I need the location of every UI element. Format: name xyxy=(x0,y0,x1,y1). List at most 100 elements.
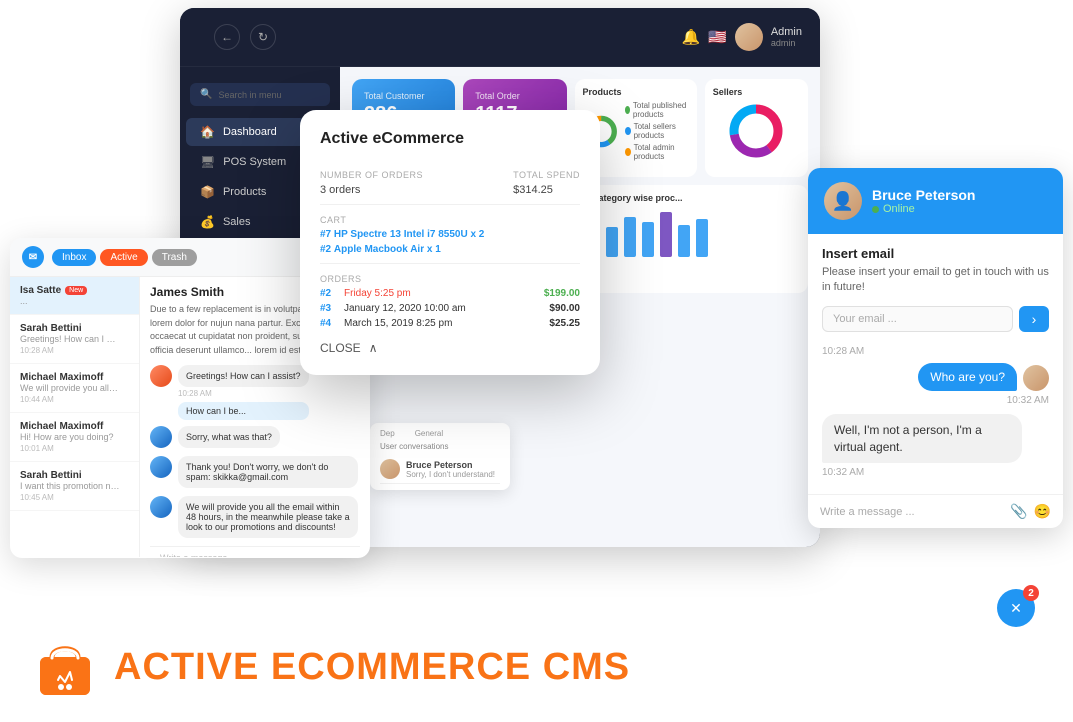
email-sender-item-1[interactable]: Sarah Bettini Greetings! How can I assis… xyxy=(10,315,139,364)
msg-content-michael-3: We will provide you all the email within… xyxy=(178,496,358,540)
insert-email-desc: Please insert your email to get in touch… xyxy=(822,265,1049,296)
avatar-michael-3 xyxy=(150,496,172,518)
general-label: General xyxy=(415,429,443,438)
dep-label: Dep xyxy=(380,429,395,438)
cart-qty-0: x 2 xyxy=(470,229,484,240)
write-message-area[interactable]: Write a message ... 📎 😊 ➤ xyxy=(150,546,360,557)
bell-icon[interactable]: 🔔 xyxy=(681,28,700,46)
order-id-0: #2 xyxy=(320,288,338,299)
chat-agent-name: Bruce Peterson xyxy=(872,187,975,203)
sidebar-label-pos: POS System xyxy=(223,156,286,168)
sender-preview-3: Hi! How are you doing? xyxy=(20,432,120,442)
stat-label-order: Total Order xyxy=(475,91,554,101)
cart-name-0: HP Spectre 13 Intel i7 8550U xyxy=(334,229,468,240)
category-chart-card: Category wise proc... xyxy=(584,185,808,293)
insert-email-title: Insert email xyxy=(822,246,1049,261)
chat-attachment-icon[interactable]: 📎 xyxy=(1010,503,1027,520)
chat-email-input[interactable]: Your email ... xyxy=(822,306,1013,332)
tab-active[interactable]: Active xyxy=(100,249,147,266)
chat-email-submit-button[interactable]: › xyxy=(1019,306,1049,332)
sender-preview-4: I want this promotion now! xyxy=(20,481,120,491)
modal-total-spend-label: TOTAL SPEND xyxy=(513,170,580,180)
msg-bubble-sarah: Greetings! How can I assist? xyxy=(178,365,309,387)
order-price-0: $199.00 xyxy=(544,288,580,299)
email-logo: ✉ xyxy=(22,246,44,268)
modal-close-label: CLOSE xyxy=(320,341,361,355)
message-row-michael-1: Sorry, what was that? xyxy=(150,426,360,450)
avatar-michael-1 xyxy=(150,426,172,448)
modal-num-orders-label: NUMBER OF ORDERS xyxy=(320,170,423,180)
user-conv-info: Bruce Peterson Sorry, I don't understand… xyxy=(406,460,495,479)
legend-label-published: Total published products xyxy=(633,101,689,119)
order-price-1: $90.00 xyxy=(549,303,580,314)
user-name-label: Admin xyxy=(771,26,802,38)
email-sender-item-4[interactable]: Sarah Bettini I want this promotion now!… xyxy=(10,462,139,511)
modal-total-spend-value: $314.25 xyxy=(513,184,580,196)
chat-widget: 👤 Bruce Peterson Online Insert email Ple… xyxy=(808,168,1063,528)
cart-id-0: #7 xyxy=(320,229,331,240)
modal-order-row-0: #2 Friday 5:25 pm $199.00 xyxy=(320,288,580,299)
chat-time-1032: 10:32 AM xyxy=(822,395,1049,406)
back-nav-button[interactable]: ← xyxy=(214,24,240,50)
order-price-2: $25.25 xyxy=(549,318,580,329)
chat-footer: Write a message ... 📎 😊 xyxy=(808,494,1063,528)
modal-order-row-1: #3 January 12, 2020 10:00 am $90.00 xyxy=(320,303,580,314)
legend-item-admin: Total admin products xyxy=(625,143,689,161)
modal-order-row-2: #4 March 15, 2019 8:25 pm $25.25 xyxy=(320,318,580,329)
sidebar-label-dashboard: Dashboard xyxy=(223,126,277,138)
order-date-0: Friday 5:25 pm xyxy=(344,288,538,299)
modal-close-button[interactable]: CLOSE ∧ xyxy=(320,341,580,355)
chart-title-sellers: Sellers xyxy=(713,87,800,97)
email-sender-item-0[interactable]: Isa Satte New ... xyxy=(10,277,139,315)
sender-preview-0: ... xyxy=(20,296,120,306)
email-tabs: Inbox Active Trash xyxy=(52,249,197,266)
msg-time-sarah: 10:28 AM xyxy=(178,389,309,398)
modal-orders-label: ORDERS xyxy=(320,274,580,284)
user-conv-name: Bruce Peterson xyxy=(406,460,495,470)
legend-item-sellers: Total sellers products xyxy=(625,122,689,140)
sender-preview-2: We will provide you all the email within… xyxy=(20,383,120,393)
legend-item-published: Total published products xyxy=(625,101,689,119)
modal-num-orders-section: NUMBER OF ORDERS 3 orders xyxy=(320,160,423,196)
sender-name-2: Michael Maximoff xyxy=(20,372,129,383)
close-icon: ✕ xyxy=(1010,600,1022,617)
search-menu[interactable]: 🔍 Search in menu xyxy=(190,83,330,106)
chat-write-placeholder: Write a message ... xyxy=(820,506,1004,518)
forward-nav-button[interactable]: ↻ xyxy=(250,24,276,50)
chat-status-label: Online xyxy=(883,203,915,215)
chat-bubble-agent-response: Well, I'm not a person, I'm a virtual ag… xyxy=(822,414,1022,464)
chat-email-row: Your email ... › xyxy=(822,306,1049,332)
avatar-michael-2 xyxy=(150,456,172,478)
modal-orders-summary: NUMBER OF ORDERS 3 orders TOTAL SPEND $3… xyxy=(320,160,580,196)
email-sender-list: Isa Satte New ... Sarah Bettini Greeting… xyxy=(10,277,140,557)
modal-num-orders-value: 3 orders xyxy=(320,184,423,196)
msg-how-can-i: How can I be... xyxy=(178,402,309,420)
user-role-label: admin xyxy=(771,38,802,48)
modal-cart-label: CART xyxy=(320,215,580,225)
pos-icon: 🖥 xyxy=(200,155,215,169)
brand-bag-icon xyxy=(30,632,100,702)
order-id-1: #3 xyxy=(320,303,338,314)
order-id-2: #4 xyxy=(320,318,338,329)
tab-trash[interactable]: Trash xyxy=(152,249,197,266)
dash-topbar-right: 🔔 🇺🇸 Admin admin xyxy=(681,23,802,51)
email-sender-item-2[interactable]: Michael Maximoff We will provide you all… xyxy=(10,364,139,413)
tab-inbox[interactable]: Inbox xyxy=(52,249,96,266)
sales-icon: 💰 xyxy=(200,215,215,229)
user-conv-item[interactable]: Bruce Peterson Sorry, I don't understand… xyxy=(380,455,500,484)
email-sender-item-3[interactable]: Michael Maximoff Hi! How are you doing? … xyxy=(10,413,139,462)
modal-divider-1 xyxy=(320,204,580,205)
msg-content-michael-2: Thank you! Don't worry, we don't do spam… xyxy=(178,456,358,490)
chat-body: Insert email Please insert your email to… xyxy=(808,234,1063,494)
legend-label-sellers: Total sellers products xyxy=(634,122,689,140)
chat-agent-status: Online xyxy=(872,203,975,215)
cart-id-1: #2 xyxy=(320,244,331,255)
bottom-brand: ACTIVE ECOMMERCE CMS xyxy=(30,632,630,702)
status-dot-icon xyxy=(872,206,879,213)
cart-name-1: Apple Macbook Air xyxy=(334,244,424,255)
chat-avatar-img: 👤 xyxy=(824,182,862,220)
sender-name-0: Isa Satte xyxy=(20,285,61,296)
user-conv-msg: Sorry, I don't understand! xyxy=(406,470,495,479)
chat-emoji-icon[interactable]: 😊 xyxy=(1034,503,1051,520)
notification-badge[interactable]: ✕ 2 xyxy=(997,589,1035,627)
